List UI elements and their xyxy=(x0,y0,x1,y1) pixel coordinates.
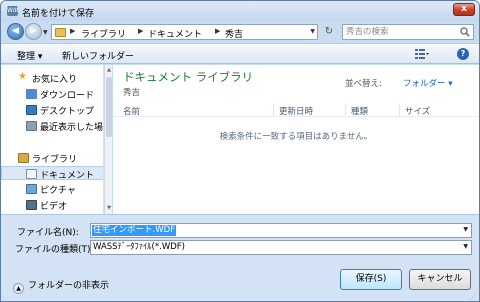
recent-locations-dropdown-icon[interactable]: ▼ xyxy=(43,29,48,36)
column-header-name[interactable]: 名前 xyxy=(123,105,140,117)
hide-folders-toggle[interactable]: ▲ フォルダーの非表示 xyxy=(13,278,109,294)
sidebar-item-favorites[interactable]: ★ お気に入り xyxy=(1,71,103,85)
recent-places-icon xyxy=(26,121,37,131)
sidebar-item-desktop[interactable]: デスクトップ xyxy=(1,103,103,117)
filetype-value[interactable]: WASSﾃﾞｰﾀﾌｧｲﾙ(*.WDF) xyxy=(92,242,186,253)
search-box[interactable] xyxy=(342,24,474,40)
sidebar-scrollbar[interactable]: ▲ ▼ xyxy=(104,65,112,214)
collapse-icon[interactable]: ▲ xyxy=(13,283,24,294)
column-header-modified[interactable]: 更新日時 xyxy=(279,105,313,117)
sidebar-item-libraries[interactable]: ライブラリ xyxy=(1,151,103,165)
command-bar: 整理 ▾ 新しいフォルダー ? xyxy=(1,43,479,64)
app-icon: Wdf xyxy=(7,6,19,16)
address-dropdown-icon[interactable]: ▼ xyxy=(310,28,315,35)
help-icon[interactable]: ? xyxy=(457,48,469,60)
sidebar-item-label: 最近表示した場所 xyxy=(40,123,104,133)
desktop-icon xyxy=(26,105,37,115)
library-icon xyxy=(18,153,29,163)
sidebar-item-label: デスクトップ xyxy=(40,107,95,117)
navigation-pane: ★ お気に入り ダウンロード デスクトップ 最近表示した場所 ライブラリ ドキュ… xyxy=(1,65,104,214)
breadcrumb-separator-icon[interactable]: ▶ xyxy=(215,27,220,35)
change-view-icon[interactable] xyxy=(415,49,429,59)
new-folder-button[interactable]: 新しいフォルダー xyxy=(62,49,134,62)
empty-message: 検索条件に一致する項目はありません。 xyxy=(219,132,373,142)
sidebar-item-label: お気に入り xyxy=(32,75,78,85)
close-button[interactable]: x xyxy=(453,3,475,16)
hide-folders-label: フォルダーの非表示 xyxy=(28,281,110,291)
filename-field[interactable]: 住宅インポート.WDF ▼ xyxy=(90,223,472,238)
arrange-by-label: 並べ替え: xyxy=(345,79,382,89)
filename-label: ファイル名(N): xyxy=(17,228,79,238)
title-bar: Wdf 名前を付けて保存 x xyxy=(1,1,479,21)
save-form: ファイル名(N): 住宅インポート.WDF ▼ ファイルの種類(T): WASS… xyxy=(1,214,479,259)
sidebar-item-label: ライブラリ xyxy=(32,155,78,165)
column-header-type[interactable]: 種類 xyxy=(351,105,368,117)
organize-button[interactable]: 整理 ▾ xyxy=(17,49,42,62)
sidebar-item-label: ドキュメント xyxy=(40,171,95,181)
search-input[interactable] xyxy=(346,26,456,38)
scrollbar-thumb[interactable] xyxy=(106,77,112,137)
sidebar-item-videos[interactable]: ビデオ xyxy=(1,198,103,212)
forward-button[interactable]: ▶ xyxy=(25,23,42,40)
back-button[interactable]: ◀ xyxy=(7,23,24,40)
arrange-by-dropdown[interactable]: フォルダー ▾ xyxy=(403,77,452,89)
file-list-pane: ドキュメント ライブラリ 秀吉 並べ替え: フォルダー ▾ 名前 更新日時 種類… xyxy=(113,65,479,214)
pictures-icon xyxy=(26,184,37,194)
sidebar-item-downloads[interactable]: ダウンロード xyxy=(1,87,103,101)
resize-grip-icon[interactable]: ⋰ xyxy=(469,293,477,301)
dialog-footer: ▲ フォルダーの非表示 保存(S) キャンセル ⋰ xyxy=(1,259,479,301)
breadcrumb-separator-icon[interactable]: ▶ xyxy=(138,27,143,35)
column-divider[interactable] xyxy=(273,103,274,117)
documents-icon xyxy=(26,169,37,179)
scroll-up-icon[interactable]: ▲ xyxy=(105,66,113,74)
folder-icon xyxy=(55,28,66,37)
library-title: ドキュメント ライブラリ xyxy=(123,70,254,84)
navigation-bar: ◀ ▶ ▼ ▶ ライブラリ ▶ ドキュメント ▶ 秀吉 ▼ ↻ xyxy=(1,21,479,43)
refresh-button[interactable]: ↻ xyxy=(321,25,337,39)
star-icon: ★ xyxy=(18,71,27,82)
videos-icon xyxy=(26,200,37,210)
breadcrumb-hideyoshi[interactable]: 秀吉 xyxy=(225,27,243,40)
library-subtitle: 秀吉 xyxy=(123,88,141,98)
downloads-icon xyxy=(26,89,37,99)
column-header-size[interactable]: サイズ xyxy=(405,105,430,117)
search-icon[interactable] xyxy=(460,27,470,37)
filetype-dropdown-icon[interactable]: ▼ xyxy=(463,243,468,250)
filetype-label: ファイルの種類(T): xyxy=(15,245,94,255)
column-divider[interactable] xyxy=(345,103,346,117)
sidebar-item-label: ビデオ xyxy=(40,202,68,212)
breadcrumb-libraries[interactable]: ライブラリ xyxy=(81,27,126,40)
sidebar-item-recent-places[interactable]: 最近表示した場所 xyxy=(1,119,104,133)
filename-dropdown-icon[interactable]: ▼ xyxy=(463,226,468,233)
sidebar-item-documents[interactable]: ドキュメント xyxy=(1,166,103,181)
sidebar-item-label: ピクチャ xyxy=(40,186,76,196)
sidebar-item-label: ダウンロード xyxy=(40,91,95,101)
filetype-select[interactable]: WASSﾃﾞｰﾀﾌｧｲﾙ(*.WDF) ▼ xyxy=(90,240,472,255)
sidebar-item-pictures[interactable]: ピクチャ xyxy=(1,182,103,196)
breadcrumb-separator-icon[interactable]: ▶ xyxy=(70,27,75,35)
breadcrumb-documents[interactable]: ドキュメント xyxy=(148,27,202,40)
save-button[interactable]: 保存(S) xyxy=(340,269,402,290)
scroll-down-icon[interactable]: ▼ xyxy=(105,204,113,212)
address-bar[interactable]: ▶ ライブラリ ▶ ドキュメント ▶ 秀吉 ▼ xyxy=(51,24,318,40)
window-title: 名前を付けて保存 xyxy=(22,9,95,19)
column-divider[interactable] xyxy=(399,103,400,117)
save-as-dialog: Wdf 名前を付けて保存 x ◀ ▶ ▼ ▶ ライブラリ ▶ ドキュメント ▶ … xyxy=(0,0,480,302)
filename-value[interactable]: 住宅インポート.WDF xyxy=(92,225,177,236)
cancel-button[interactable]: キャンセル xyxy=(409,269,471,290)
